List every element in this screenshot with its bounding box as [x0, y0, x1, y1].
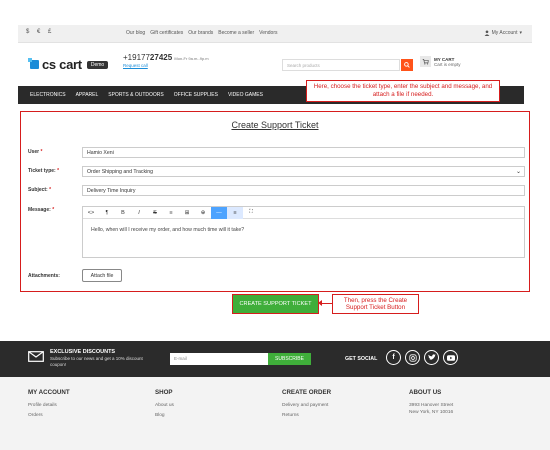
youtube-icon[interactable] [443, 350, 458, 365]
footer-link[interactable]: Orders [28, 413, 70, 418]
search-input[interactable]: Search products [282, 59, 400, 71]
footer-link[interactable]: Blog [155, 413, 174, 418]
footer-link[interactable]: Returns [282, 413, 331, 418]
chevron-down-icon: ▾ [519, 30, 522, 36]
subscribe-button[interactable]: SUBSCRIBE [268, 353, 311, 365]
nav-item-office-supplies[interactable]: OFFICE SUPPLIES [174, 92, 218, 98]
subject-label: Subject: * [28, 187, 52, 193]
footer-col-about-us: ABOUT US 3993 Hanover Street New York, N… [409, 389, 453, 420]
html-view-icon[interactable]: <> [83, 207, 99, 219]
link-gift-certificates[interactable]: Gift certificates [150, 30, 183, 36]
message-text[interactable]: Hello, when will I receive my order, and… [83, 219, 524, 241]
link-vendors[interactable]: Vendors [259, 30, 277, 36]
list-icon[interactable]: ≡ [163, 207, 179, 219]
strikethrough-icon[interactable]: S [147, 207, 163, 219]
my-account-menu[interactable]: My Account ▾ [484, 30, 522, 36]
attach-file-button[interactable]: Attach file [82, 269, 122, 282]
footer-links: MY ACCOUNT Profile details Orders SHOP A… [0, 377, 550, 450]
get-social-label: GET SOCIAL [345, 356, 378, 362]
paragraph-icon[interactable]: ¶ [99, 207, 115, 219]
search-button[interactable] [401, 59, 413, 71]
link-become-seller[interactable]: Become a seller [218, 30, 254, 36]
demo-badge: Demo [86, 60, 109, 69]
nav-item-sports-outdoors[interactable]: SPORTS & OUTDOORS [108, 92, 163, 98]
footer-link[interactable]: About us [155, 403, 174, 408]
footer-col-shop: SHOP About us Blog [155, 389, 174, 423]
subject-field[interactable]: Delivery Time Inquiry [82, 185, 525, 196]
currency-eur[interactable]: € [37, 29, 40, 35]
align-icon[interactable]: ≡ [227, 206, 243, 219]
newsletter-subtitle: Subscribe to our news and get a 10% disc… [50, 356, 143, 367]
footer-heading: ABOUT US [409, 389, 442, 396]
cart-icon [420, 56, 431, 67]
logo-mark [28, 58, 39, 69]
footer-link[interactable]: Profile details [28, 403, 70, 408]
create-support-ticket-button[interactable]: CREATE SUPPORT TICKET [232, 294, 319, 314]
chevron-down-icon: ⌄ [515, 169, 521, 175]
cart-status: Cart is empty [434, 61, 461, 67]
newsletter-title: EXCLUSIVE DISCOUNTS [50, 349, 116, 355]
support-ticket-form: Create Support Ticket User * Hamio Xeni … [20, 111, 530, 292]
footer-col-create-order: CREATE ORDER Delivery and payment Return… [282, 389, 331, 423]
bold-icon[interactable]: B [115, 207, 131, 219]
newsletter-bar: EXCLUSIVE DISCOUNTS Subscribe to our new… [0, 341, 550, 377]
ticket-type-label: Ticket type: * [28, 168, 60, 174]
annotation-callout-top: Here, choose the ticket type, enter the … [306, 80, 500, 102]
top-bar: $ € £ Our blog Gift certificates Our bra… [18, 25, 532, 43]
link-brands[interactable]: Our brands [188, 30, 213, 36]
message-label: Message: * [28, 207, 55, 213]
fullscreen-icon[interactable]: ⛶ [243, 207, 259, 219]
footer-col-my-account: MY ACCOUNT Profile details Orders [28, 389, 70, 423]
twitter-icon[interactable] [424, 350, 439, 365]
editor-toolbar: <> ¶ B I S ≡ ⊞ ⊕ — ≡ ⛶ [83, 206, 524, 219]
logo[interactable]: cs cart Demo [28, 57, 109, 72]
footer-heading: CREATE ORDER [282, 389, 332, 396]
link-icon[interactable]: ⊕ [195, 207, 211, 219]
currency-gbp[interactable]: £ [48, 29, 51, 35]
horizontal-rule-icon[interactable]: — [211, 206, 227, 219]
request-call-link[interactable]: Request call [123, 63, 209, 68]
phone-hours: Mon-Fr 9a.m.-9p.m [174, 56, 209, 61]
footer-address-line: 3993 Hanover Street [409, 403, 454, 408]
currency-usd[interactable]: $ [26, 29, 29, 35]
message-editor[interactable]: <> ¶ B I S ≡ ⊞ ⊕ — ≡ ⛶ Hello, when will … [82, 206, 525, 258]
phone-block: +1917727425 Mon-Fr 9a.m.-9p.m Request ca… [123, 53, 209, 68]
phone-number: +1917727425 Mon-Fr 9a.m.-9p.m [123, 53, 209, 62]
user-icon [484, 30, 490, 36]
footer-heading: SHOP [155, 389, 173, 396]
nav-item-video-games[interactable]: VIDEO GAMES [228, 92, 263, 98]
nav-item-electronics[interactable]: ELECTRONICS [30, 92, 66, 98]
annotation-arrow-head [318, 300, 322, 306]
mail-icon [28, 351, 44, 362]
email-input[interactable]: E-mail [170, 353, 268, 365]
facebook-icon[interactable]: f [386, 350, 401, 365]
table-icon[interactable]: ⊞ [179, 207, 195, 219]
user-field[interactable]: Hamio Xeni [82, 147, 525, 158]
instagram-icon[interactable] [405, 350, 420, 365]
top-links: Our blog Gift certificates Our brands Be… [126, 30, 278, 36]
user-label: User * [28, 149, 43, 155]
my-account-label: My Account [491, 30, 518, 36]
logo-text: cs cart [42, 57, 82, 72]
nav-item-apparel[interactable]: APPAREL [76, 92, 99, 98]
search-icon [404, 62, 410, 68]
footer-link[interactable]: Delivery and payment [282, 403, 331, 408]
italic-icon[interactable]: I [131, 207, 147, 219]
ticket-type-select[interactable]: Order Shipping and Tracking ⌄ [82, 166, 525, 177]
page-title: Create Support Ticket [231, 120, 319, 130]
cart-widget[interactable]: MY CART Cart is empty [420, 56, 461, 67]
annotation-callout-bottom: Then, press the Create Support Ticket Bu… [332, 294, 419, 314]
footer-address-line: New York, NY 10016 [409, 410, 454, 415]
attachments-label: Attachments: [28, 273, 60, 279]
footer-heading: MY ACCOUNT [28, 389, 70, 396]
ticket-type-value: Order Shipping and Tracking [87, 169, 154, 175]
link-blog[interactable]: Our blog [126, 30, 145, 36]
